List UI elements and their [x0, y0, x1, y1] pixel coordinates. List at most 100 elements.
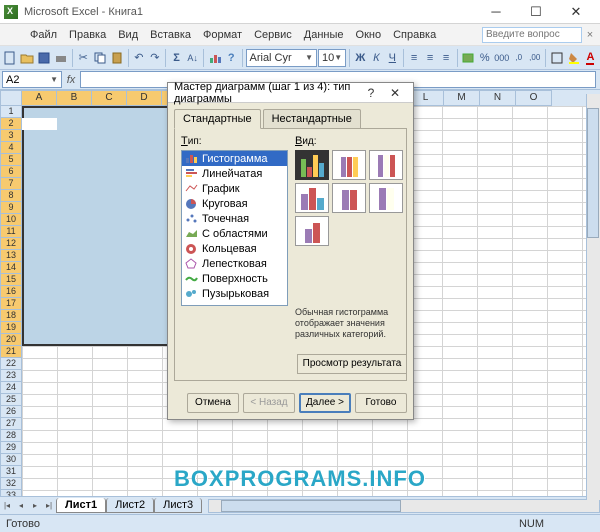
- comma-icon[interactable]: 000: [493, 48, 510, 68]
- menu-вид[interactable]: Вид: [112, 26, 144, 44]
- sheet-tab-2[interactable]: Лист2: [106, 498, 154, 513]
- row-header-33[interactable]: 33: [0, 490, 22, 496]
- italic-icon[interactable]: К: [369, 48, 384, 68]
- fill-color-icon[interactable]: [566, 48, 582, 68]
- copy-icon[interactable]: [92, 48, 108, 68]
- row-header-22[interactable]: 22: [0, 358, 22, 370]
- menu-файл[interactable]: Файл: [24, 26, 63, 44]
- tab-standard[interactable]: Стандартные: [174, 109, 261, 129]
- type-item-donut[interactable]: Кольцевая: [182, 241, 287, 256]
- mdi-close-icon[interactable]: ×: [582, 29, 598, 41]
- subtype-5[interactable]: [332, 183, 366, 213]
- row-header-1[interactable]: 1: [0, 106, 22, 118]
- row-header-3[interactable]: 3: [0, 130, 22, 142]
- row-header-26[interactable]: 26: [0, 406, 22, 418]
- row-header-24[interactable]: 24: [0, 382, 22, 394]
- row-header-4[interactable]: 4: [0, 142, 22, 154]
- decrease-decimal-icon[interactable]: ,00: [527, 48, 542, 68]
- subtype-6[interactable]: [369, 183, 403, 213]
- save-icon[interactable]: [36, 48, 52, 68]
- type-item-pie[interactable]: Круговая: [182, 196, 287, 211]
- type-item-area[interactable]: С областями: [182, 226, 287, 241]
- dialog-titlebar[interactable]: Мастер диаграмм (шаг 1 из 4): тип диагра…: [168, 83, 413, 103]
- row-header-7[interactable]: 7: [0, 178, 22, 190]
- row-header-31[interactable]: 31: [0, 466, 22, 478]
- type-item-bubble[interactable]: Пузырьковая: [182, 286, 287, 301]
- underline-icon[interactable]: Ч: [385, 48, 400, 68]
- col-header-N[interactable]: N: [480, 90, 516, 106]
- open-icon[interactable]: [19, 48, 35, 68]
- percent-icon[interactable]: %: [477, 48, 492, 68]
- dialog-help-icon[interactable]: ?: [359, 86, 383, 100]
- chart-wizard-icon[interactable]: [207, 48, 223, 68]
- row-header-13[interactable]: 13: [0, 250, 22, 262]
- type-item-scatter[interactable]: Точечная: [182, 211, 287, 226]
- cancel-button[interactable]: Отмена: [187, 393, 239, 413]
- col-header-O[interactable]: O: [516, 90, 552, 106]
- tab-custom[interactable]: Нестандартные: [263, 109, 361, 128]
- align-left-icon[interactable]: ≡: [407, 48, 422, 68]
- row-header-18[interactable]: 18: [0, 310, 22, 322]
- sum-icon[interactable]: Σ: [169, 48, 184, 68]
- row-header-10[interactable]: 10: [0, 214, 22, 226]
- col-header-B[interactable]: B: [57, 90, 92, 106]
- row-header-17[interactable]: 17: [0, 298, 22, 310]
- type-item-bars[interactable]: Гистограмма: [182, 151, 287, 166]
- row-header-8[interactable]: 8: [0, 190, 22, 202]
- maximize-button[interactable]: ☐: [516, 1, 556, 23]
- type-item-hbars[interactable]: Линейчатая: [182, 166, 287, 181]
- tab-first-icon[interactable]: |◂: [0, 498, 14, 514]
- font-size-combo[interactable]: 10▼: [318, 49, 346, 67]
- row-header-9[interactable]: 9: [0, 202, 22, 214]
- row-header-21[interactable]: 21: [0, 346, 22, 358]
- vertical-scrollbar[interactable]: [586, 94, 600, 500]
- subtype-7[interactable]: [295, 216, 329, 246]
- row-header-15[interactable]: 15: [0, 274, 22, 286]
- borders-icon[interactable]: [549, 48, 565, 68]
- print-icon[interactable]: [53, 48, 69, 68]
- subtype-2[interactable]: [332, 150, 366, 180]
- row-header-16[interactable]: 16: [0, 286, 22, 298]
- row-header-20[interactable]: 20: [0, 334, 22, 346]
- minimize-button[interactable]: ─: [476, 1, 516, 23]
- row-header-6[interactable]: 6: [0, 166, 22, 178]
- row-header-12[interactable]: 12: [0, 238, 22, 250]
- subtype-3[interactable]: [369, 150, 403, 180]
- close-button[interactable]: ✕: [556, 1, 596, 23]
- row-header-11[interactable]: 11: [0, 226, 22, 238]
- next-button[interactable]: Далее >: [299, 393, 351, 413]
- subtype-4[interactable]: [295, 183, 329, 213]
- name-box[interactable]: A2▼: [2, 71, 62, 88]
- row-header-23[interactable]: 23: [0, 370, 22, 382]
- fx-icon[interactable]: fx: [62, 74, 80, 86]
- sheet-tab-1[interactable]: Лист1: [56, 498, 106, 513]
- menu-данные[interactable]: Данные: [298, 26, 350, 44]
- tab-next-icon[interactable]: ▸: [28, 498, 42, 514]
- row-header-2[interactable]: 2: [0, 118, 22, 130]
- chart-type-list[interactable]: ГистограммаЛинейчатаяГрафикКруговаяТочеч…: [181, 150, 288, 306]
- sheet-tab-3[interactable]: Лист3: [154, 498, 202, 513]
- help-icon[interactable]: ?: [224, 48, 239, 68]
- menu-формат[interactable]: Формат: [197, 26, 248, 44]
- align-right-icon[interactable]: ≡: [439, 48, 454, 68]
- font-name-combo[interactable]: Arial Cyr▼: [246, 49, 318, 67]
- dialog-close-icon[interactable]: ✕: [383, 86, 407, 100]
- row-header-27[interactable]: 27: [0, 418, 22, 430]
- col-header-M[interactable]: M: [444, 90, 480, 106]
- help-question-box[interactable]: [482, 27, 582, 43]
- row-header-5[interactable]: 5: [0, 154, 22, 166]
- menu-окно[interactable]: Окно: [350, 26, 388, 44]
- menu-сервис[interactable]: Сервис: [248, 26, 298, 44]
- tab-last-icon[interactable]: ▸|: [42, 498, 56, 514]
- select-all-corner[interactable]: [0, 90, 22, 106]
- bold-icon[interactable]: Ж: [353, 48, 368, 68]
- type-item-line[interactable]: График: [182, 181, 287, 196]
- undo-icon[interactable]: ↶: [131, 48, 146, 68]
- row-header-29[interactable]: 29: [0, 442, 22, 454]
- new-icon[interactable]: [2, 48, 18, 68]
- currency-icon[interactable]: [460, 48, 476, 68]
- align-center-icon[interactable]: ≡: [423, 48, 438, 68]
- sort-icon[interactable]: A↓: [185, 48, 200, 68]
- row-header-25[interactable]: 25: [0, 394, 22, 406]
- preview-button[interactable]: Просмотр результата: [297, 354, 407, 374]
